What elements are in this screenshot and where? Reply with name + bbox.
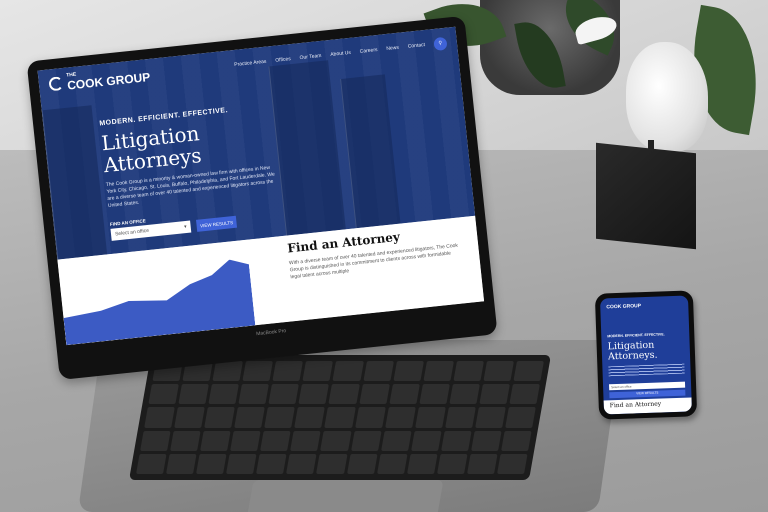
keyboard-key: [294, 407, 326, 428]
nav-item-our-team[interactable]: Our Team: [299, 53, 321, 61]
keyboard-key: [208, 384, 240, 405]
keyboard-key: [453, 361, 484, 382]
keyboard-key: [238, 384, 270, 405]
keyboard-key: [170, 430, 201, 451]
laptop-keyboard: [128, 355, 552, 480]
search-icon[interactable]: ⚲: [433, 36, 448, 51]
hero-building: [340, 74, 401, 229]
keyboard-key: [444, 407, 476, 428]
keyboard-key: [414, 407, 446, 428]
keyboard-key: [509, 384, 540, 405]
keyboard-key: [449, 384, 480, 405]
keyboard-key: [256, 453, 287, 474]
chevron-down-icon: ▾: [183, 223, 188, 231]
keyboard-key: [423, 361, 454, 382]
site-logo[interactable]: THE COOK GROUP: [48, 64, 151, 93]
keyboard-key: [260, 430, 292, 451]
keyboard-key: [144, 407, 175, 428]
keyboard-key: [505, 407, 536, 428]
keyboard-key: [196, 453, 227, 474]
nav-item-offices[interactable]: Offices: [275, 56, 291, 64]
keyboard-key: [362, 361, 394, 382]
bust-stand-base: [596, 142, 696, 250]
keyboard-key: [440, 430, 472, 451]
smartphone: COOK GROUP MODERN. EFFICIENT. EFFECTIVE.…: [594, 290, 698, 420]
main-nav: Practice Areas Offices Our Team About Us…: [234, 36, 448, 71]
keyboard-key: [470, 430, 502, 451]
keyboard-key: [298, 384, 330, 405]
keyboard-key: [466, 453, 498, 474]
keyboard-key: [148, 384, 179, 405]
keyboard-key: [264, 407, 296, 428]
office-select-value: Select an office: [114, 227, 150, 238]
keyboard-key: [200, 430, 231, 451]
keyboard-key: [324, 407, 356, 428]
view-results-button[interactable]: VIEW RESULTS: [196, 215, 238, 232]
phone-title-line: Attorneys.: [607, 349, 658, 363]
keyboard-key: [436, 453, 468, 474]
keyboard-key: [376, 453, 408, 474]
keyboard-key: [513, 361, 544, 382]
keyboard-key: [475, 407, 506, 428]
laptop-lid: THE COOK GROUP Practice Areas Offices Ou…: [26, 15, 498, 381]
laptop-trackpad: [246, 480, 444, 512]
keyboard-key: [316, 453, 348, 474]
keyboard-key: [242, 361, 274, 382]
keyboard-key: [268, 384, 300, 405]
phone-logo[interactable]: COOK GROUP: [606, 303, 641, 310]
hero-building: [268, 60, 346, 236]
nav-item-practice-areas[interactable]: Practice Areas: [234, 59, 267, 68]
keyboard-key: [178, 384, 210, 405]
phone-tagline: MODERN. EFFICIENT. EFFECTIVE.: [607, 332, 665, 339]
laptop-screen: THE COOK GROUP Practice Areas Offices Ou…: [37, 26, 485, 346]
keyboard-key: [501, 430, 532, 451]
keyboard-key: [212, 361, 244, 382]
keyboard-key: [380, 430, 412, 451]
keyboard-key: [496, 453, 528, 474]
keyboard-key: [226, 453, 257, 474]
keyboard-key: [393, 361, 424, 382]
keyboard-key: [302, 361, 334, 382]
keyboard-key: [354, 407, 386, 428]
keyboard-key: [166, 453, 197, 474]
keyboard-key: [286, 453, 318, 474]
keyboard-key: [384, 407, 416, 428]
nav-item-careers[interactable]: Careers: [359, 47, 377, 55]
keyboard-key: [140, 430, 171, 451]
keyboard-key: [136, 453, 167, 474]
logo-mark-icon: [48, 76, 64, 92]
keyboard-key: [358, 384, 390, 405]
bust-sculpture-head: [626, 42, 708, 152]
keyboard-key: [479, 384, 510, 405]
laptop-brand-label: MacBook Pro: [255, 328, 287, 338]
phone-screen: COOK GROUP MODERN. EFFICIENT. EFFECTIVE.…: [600, 295, 692, 415]
keyboard-key: [406, 453, 438, 474]
keyboard-key: [418, 384, 450, 405]
phone-office-select[interactable]: Select an office: [609, 381, 686, 391]
hero-building: [41, 105, 108, 260]
phone-hero-text: [608, 363, 685, 377]
phone-hero-title: Litigation Attorneys.: [607, 340, 658, 363]
keyboard-key: [410, 430, 442, 451]
keyboard-key: [332, 361, 364, 382]
nav-item-about-us[interactable]: About Us: [330, 50, 351, 58]
keyboard-key: [346, 453, 378, 474]
nav-item-news[interactable]: News: [386, 45, 399, 52]
keyboard-key: [290, 430, 322, 451]
keyboard-key: [483, 361, 514, 382]
keyboard-key: [320, 430, 352, 451]
keyboard-key: [388, 384, 420, 405]
hero-title: Litigation Attorneys: [100, 121, 202, 177]
keyboard-key: [350, 430, 382, 451]
keyboard-key: [230, 430, 261, 451]
keyboard-key: [234, 407, 266, 428]
keyboard-key: [328, 384, 360, 405]
nav-item-contact[interactable]: Contact: [408, 42, 426, 50]
phone-view-results-button[interactable]: VIEW RESULTS: [609, 389, 686, 399]
keyboard-key: [204, 407, 236, 428]
keyboard-key: [174, 407, 205, 428]
keyboard-key: [272, 361, 304, 382]
